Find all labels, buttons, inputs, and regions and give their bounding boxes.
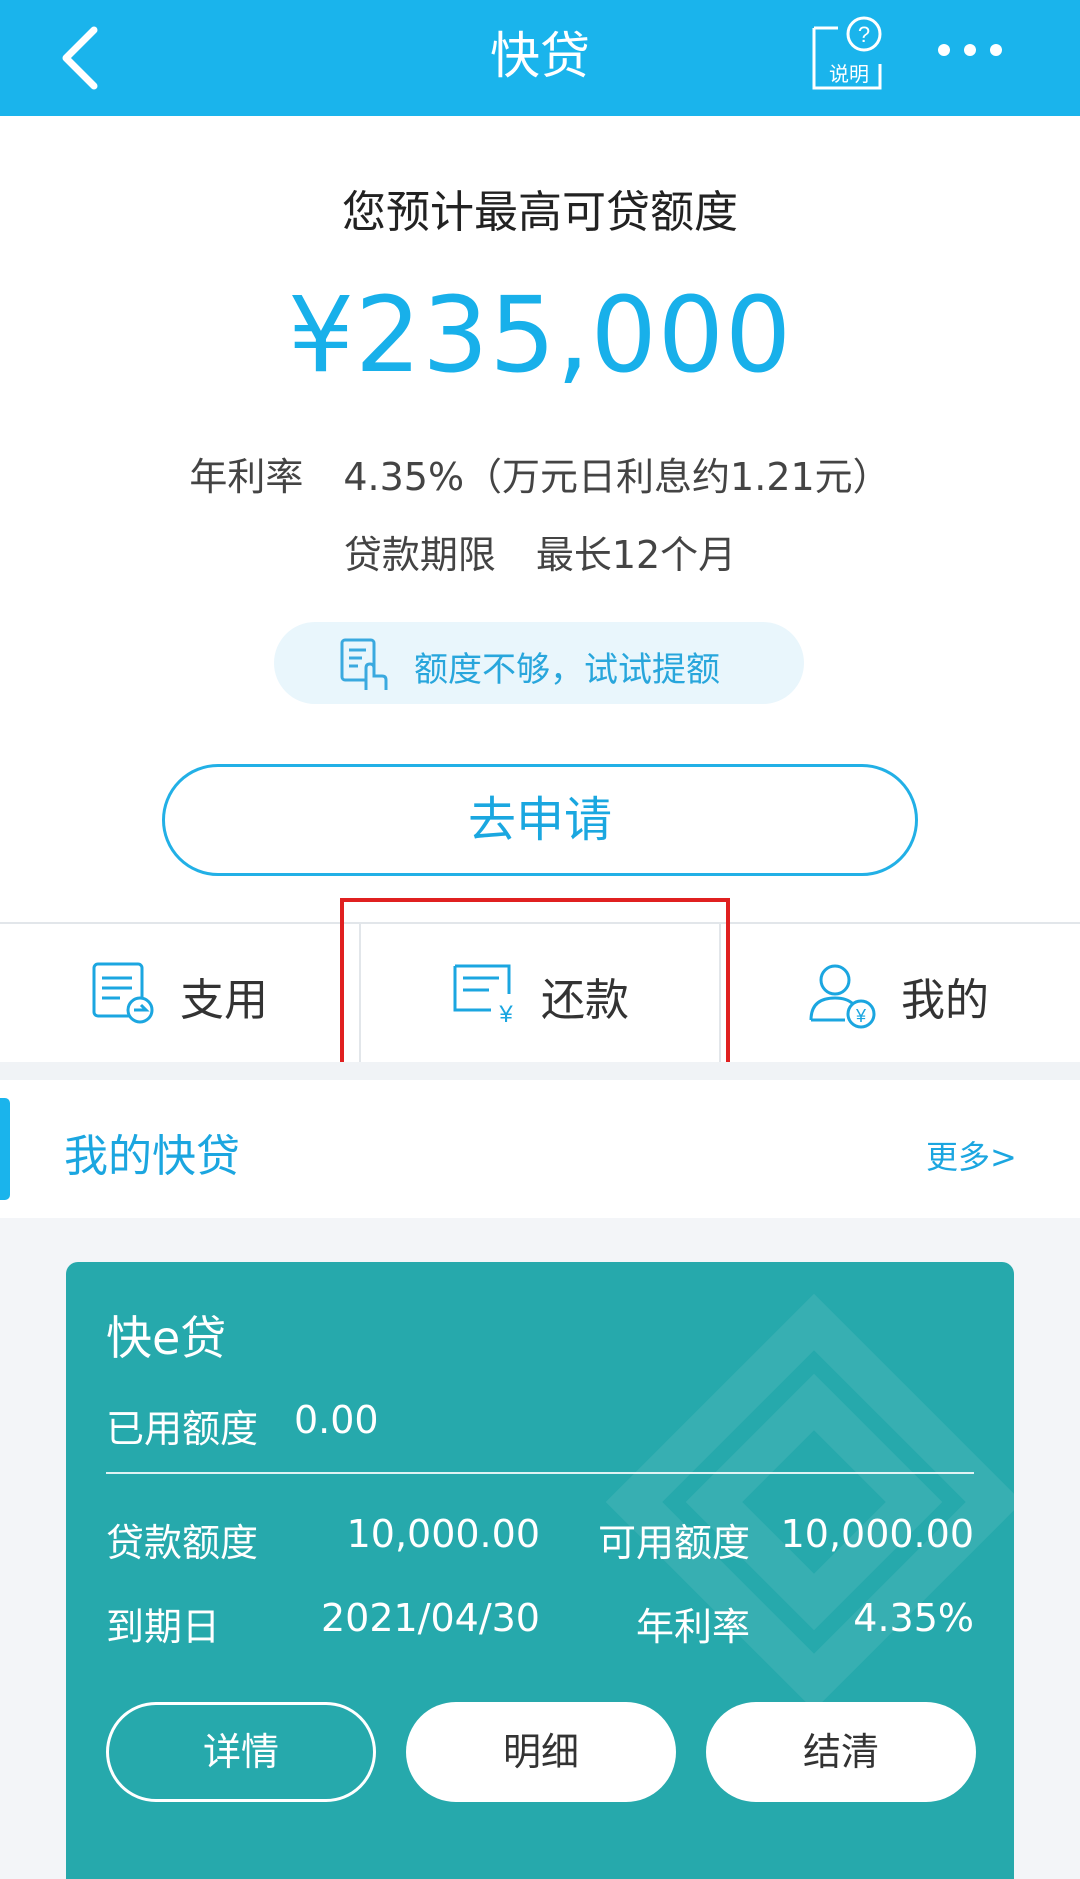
card-rate-value: 4.35% xyxy=(853,1596,974,1640)
more-menu-button[interactable] xyxy=(930,28,1010,72)
loan-card: 快e贷 已用额度 0.00 贷款额度 10,000.00 可用额度 10,000… xyxy=(66,1262,1014,1879)
card-rate-label: 年利率 xyxy=(636,1605,751,1649)
action-mine[interactable]: ¥ 我的 xyxy=(721,924,1080,1062)
loan-limit-label: 贷款额度 xyxy=(106,1521,259,1565)
section-accent-bar xyxy=(0,1098,10,1200)
action-mine-label: 我的 xyxy=(901,975,989,1026)
available-limit-value: 10,000.00 xyxy=(780,1512,974,1556)
user-yuan-icon: ¥ xyxy=(809,964,876,1029)
term-label: 贷款期限 xyxy=(343,533,496,577)
draw-funds-icon xyxy=(92,962,154,1024)
details-button[interactable]: 详情 xyxy=(106,1702,376,1802)
my-loans-header: 我的快贷 更多> xyxy=(0,1080,1080,1218)
limit-amount: ¥235,000 xyxy=(287,274,793,396)
more-link[interactable]: 更多> xyxy=(926,1132,1017,1178)
loan-limit-value: 10,000.00 xyxy=(346,1512,540,1556)
term-value: 最长12个月 xyxy=(535,533,737,577)
apply-button[interactable]: 去申请 xyxy=(162,764,918,876)
rate-label: 年利率 xyxy=(189,455,304,499)
raise-limit-label: 额度不够，试试提额 xyxy=(414,650,720,690)
action-draw-funds-label: 支用 xyxy=(180,975,268,1026)
settle-button[interactable]: 结清 xyxy=(706,1702,976,1802)
credit-limit-panel: 您预计最高可贷额度 ¥235,000 年利率 4.35%（万元日利息约1.21元）… xyxy=(0,116,1080,922)
document-tap-icon xyxy=(340,638,388,690)
top-bar: 快贷 ? 说明 xyxy=(0,0,1080,116)
raise-limit-button[interactable]: 额度不够，试试提额 xyxy=(274,622,804,704)
svg-text:¥: ¥ xyxy=(855,1006,867,1026)
rate-line: 年利率 4.35%（万元日利息约1.21元） xyxy=(0,446,1080,501)
svg-text:?: ? xyxy=(858,22,870,47)
card-divider xyxy=(106,1472,974,1474)
available-limit-label: 可用额度 xyxy=(598,1521,751,1565)
more-dots-icon xyxy=(938,44,1002,56)
action-draw-funds[interactable]: 支用 xyxy=(0,924,360,1062)
due-date-value: 2021/04/30 xyxy=(320,1596,540,1640)
card-title: 快e贷 xyxy=(106,1311,227,1365)
used-amount-label: 已用额度 xyxy=(106,1407,259,1451)
help-button[interactable]: ? 说明 xyxy=(808,14,890,92)
limit-subtitle: 您预计最高可贷额度 xyxy=(342,187,738,238)
due-date-label: 到期日 xyxy=(106,1605,221,1649)
page-title: 快贷 xyxy=(490,27,590,85)
rate-value: 4.35%（万元日利息约1.21元） xyxy=(343,455,891,499)
term-line: 贷款期限 最长12个月 xyxy=(0,524,1080,579)
statement-button[interactable]: 明细 xyxy=(406,1702,676,1802)
section-spacer xyxy=(0,1062,1080,1080)
help-label: 说明 xyxy=(829,62,869,86)
used-amount-value: 0.00 xyxy=(294,1398,379,1442)
my-loans-title: 我的快贷 xyxy=(64,1131,240,1182)
